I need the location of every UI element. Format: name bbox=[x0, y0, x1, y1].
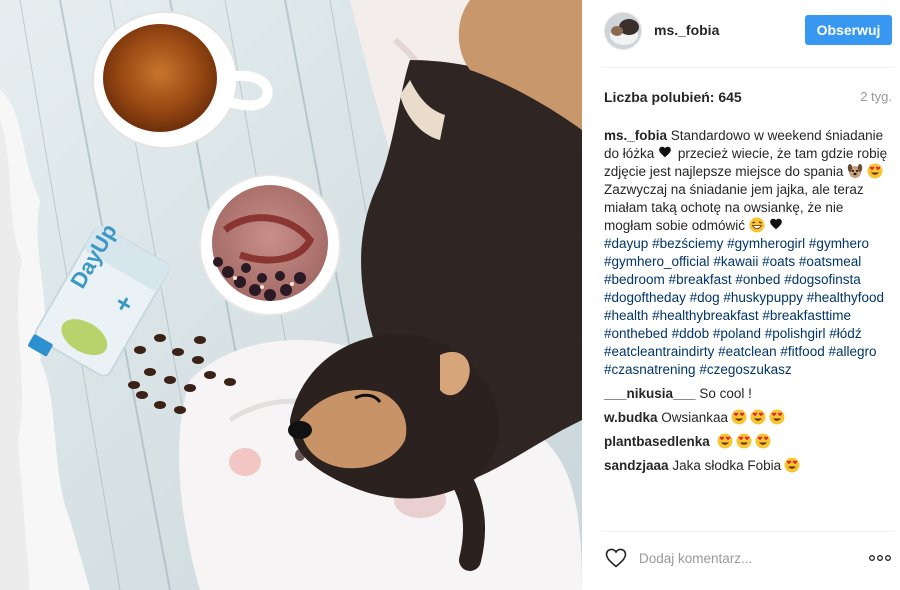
likes-count: 645 bbox=[718, 89, 742, 105]
black-heart-icon bbox=[769, 217, 785, 233]
likes-label: Liczba polubień: bbox=[604, 89, 715, 105]
hashtag-link[interactable]: #breakfasttime bbox=[762, 308, 851, 323]
hashtag-link[interactable]: #oatsmeal bbox=[799, 254, 861, 269]
hashtag-link[interactable]: #gymherogirl bbox=[727, 236, 805, 251]
post-details-panel: ms._fobia Obserwuj Liczba polubień: 645 … bbox=[582, 0, 900, 590]
hashtag-link[interactable]: #breakfast bbox=[669, 272, 732, 287]
comment-thread: ___nikusia___ So cool ! w.budka Owsiankaa… bbox=[604, 385, 894, 475]
dog-face-icon bbox=[847, 163, 863, 179]
heart-eyes-emoji-icon bbox=[784, 457, 800, 473]
post-header: ms._fobia Obserwuj bbox=[582, 0, 900, 66]
hashtag-link[interactable]: #healthybreakfast bbox=[652, 308, 759, 323]
hashtag-link[interactable]: #oats bbox=[762, 254, 795, 269]
comment-input[interactable] bbox=[639, 547, 839, 569]
comment-emoji-set bbox=[717, 433, 771, 449]
heart-eyes-emoji-icon bbox=[750, 409, 766, 425]
hashtag-link[interactable]: #łódź bbox=[829, 326, 861, 341]
comment-emoji-set bbox=[784, 457, 800, 473]
heart-eyes-emoji-icon bbox=[867, 163, 883, 179]
hashtag-link[interactable]: #healthyfood bbox=[807, 290, 884, 305]
comment-text: Owsiankaa bbox=[661, 410, 729, 425]
hashtag-link[interactable]: #huskypuppy bbox=[723, 290, 803, 305]
hashtag-link[interactable]: #onbed bbox=[735, 272, 780, 287]
comment-username[interactable]: w.budka bbox=[604, 410, 658, 425]
hashtag-link[interactable]: #dog bbox=[690, 290, 720, 305]
heart-eyes-emoji-icon bbox=[736, 433, 752, 449]
comment-username[interactable]: sandzjaaa bbox=[604, 458, 669, 473]
comment-item: sandzjaaa Jaka słodka Fobia bbox=[604, 457, 894, 475]
caption-username[interactable]: ms._fobia bbox=[604, 128, 667, 143]
ellipsis-icon[interactable] bbox=[868, 550, 892, 566]
hashtag-link[interactable]: #dogoftheday bbox=[604, 290, 686, 305]
heart-eyes-emoji-icon bbox=[769, 409, 785, 425]
post-timestamp[interactable]: 2 tyg. bbox=[860, 89, 892, 104]
caption-text-3: Zazwyczaj na śniadanie jem jajka, ale te… bbox=[604, 182, 864, 233]
hashtag-link[interactable]: #dogsofinsta bbox=[784, 272, 861, 287]
hashtag-link[interactable]: #health bbox=[604, 308, 648, 323]
hashtag-link[interactable]: #bezściemy bbox=[652, 236, 723, 251]
likes[interactable]: Liczba polubień: 645 bbox=[604, 89, 742, 105]
hashtag-link[interactable]: #gymhero bbox=[809, 236, 869, 251]
hashtag-link[interactable]: #poland bbox=[713, 326, 761, 341]
avatar-image bbox=[605, 13, 641, 49]
comment-item: plantbasedlenka bbox=[604, 433, 894, 451]
comment-username[interactable]: ___nikusia___ bbox=[604, 386, 696, 401]
hashtag-link[interactable]: #allegro bbox=[828, 344, 876, 359]
hashtag-list: #dayup #bezściemy #gymherogirl #gymhero … bbox=[604, 236, 884, 377]
post-photo[interactable]: DayUp + bbox=[0, 0, 582, 590]
avatar[interactable] bbox=[604, 12, 642, 50]
hashtag-link[interactable]: #ddob bbox=[672, 326, 710, 341]
post-photo-illustration: DayUp + bbox=[0, 0, 582, 590]
hashtag-link[interactable]: #dayup bbox=[604, 236, 648, 251]
heart-eyes-emoji-icon bbox=[731, 409, 747, 425]
likes-row: Liczba polubień: 645 2 tyg. bbox=[604, 89, 892, 107]
comment-item: ___nikusia___ So cool ! bbox=[604, 385, 894, 403]
heart-eyes-emoji-icon bbox=[717, 433, 733, 449]
hashtag-link[interactable]: #onthebed bbox=[604, 326, 668, 341]
comment-item: w.budka Owsiankaa bbox=[604, 409, 894, 427]
grinning-squint-emoji-icon bbox=[749, 217, 765, 233]
hashtag-link[interactable]: #eatclean bbox=[718, 344, 777, 359]
heart-outline-icon[interactable] bbox=[604, 546, 628, 570]
hashtag-link[interactable]: #czasnatrening bbox=[604, 362, 696, 377]
comment-text: Jaka słodka Fobia bbox=[672, 458, 782, 473]
hashtag-link[interactable]: #czegoszukasz bbox=[699, 362, 791, 377]
comment-bar bbox=[604, 542, 892, 574]
follow-button[interactable]: Obserwuj bbox=[805, 15, 892, 45]
hashtag-link[interactable]: #gymhero_official bbox=[604, 254, 710, 269]
hashtag-link[interactable]: #eatcleantraindirty bbox=[604, 344, 714, 359]
hashtag-link[interactable]: #fitfood bbox=[780, 344, 824, 359]
divider bbox=[604, 531, 892, 532]
divider bbox=[604, 67, 892, 68]
hashtag-link[interactable]: #bedroom bbox=[604, 272, 665, 287]
heart-eyes-emoji-icon bbox=[755, 433, 771, 449]
hashtag-link[interactable]: #polishgirl bbox=[765, 326, 826, 341]
black-heart-icon bbox=[658, 145, 674, 161]
hashtag-link[interactable]: #kawaii bbox=[713, 254, 758, 269]
comment-username[interactable]: plantbasedlenka bbox=[604, 434, 710, 449]
comments-list[interactable]: ms._fobia Standardowo w weekend śniadani… bbox=[604, 127, 894, 524]
header-username[interactable]: ms._fobia bbox=[654, 22, 719, 38]
comment-text: So cool ! bbox=[699, 386, 752, 401]
caption: ms._fobia Standardowo w weekend śniadani… bbox=[604, 127, 894, 379]
comment-emoji-set bbox=[731, 409, 785, 425]
